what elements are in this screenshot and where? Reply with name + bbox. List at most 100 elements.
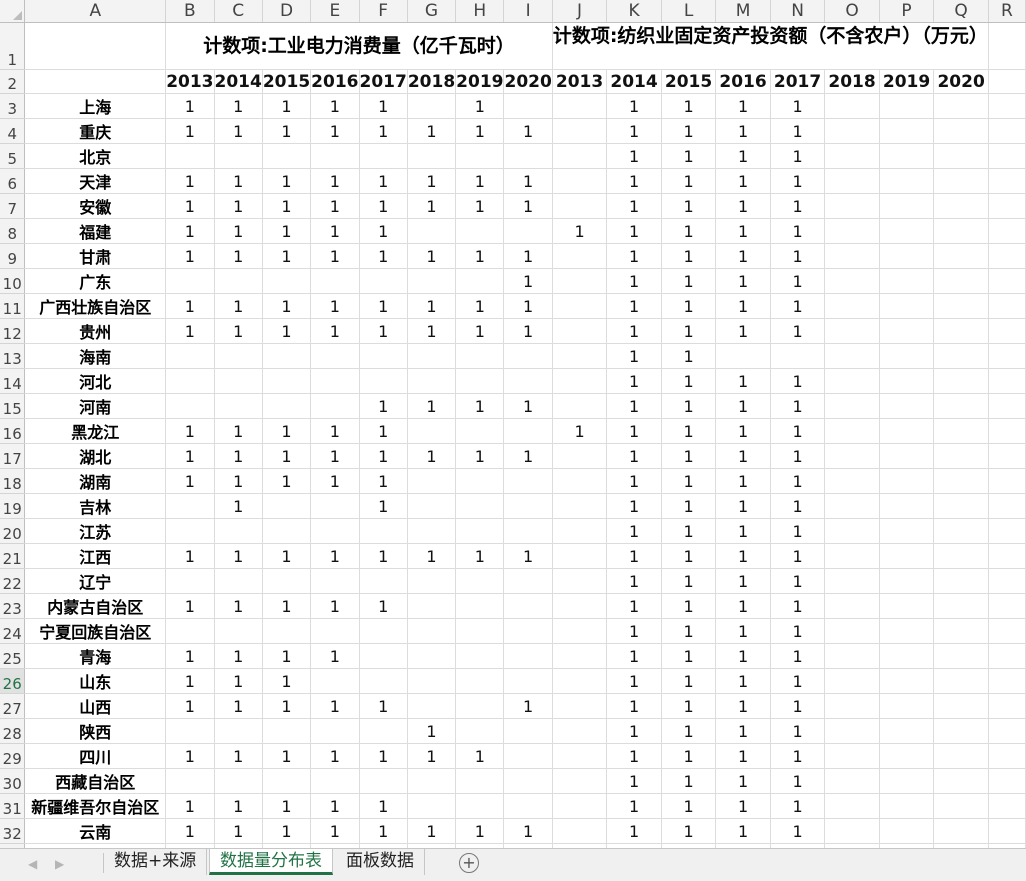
count-cell[interactable]: 1 xyxy=(606,393,662,419)
count-cell[interactable] xyxy=(407,343,457,369)
count-cell[interactable]: 1 xyxy=(407,543,457,569)
count-cell[interactable] xyxy=(933,343,989,369)
count-cell[interactable]: 1 xyxy=(770,493,826,519)
count-cell[interactable] xyxy=(824,568,880,594)
count-cell[interactable]: 1 xyxy=(359,693,408,719)
row-header[interactable]: 27 xyxy=(0,693,26,719)
count-cell[interactable]: 1 xyxy=(262,593,312,619)
count-cell[interactable] xyxy=(310,143,360,169)
count-cell[interactable] xyxy=(165,143,215,169)
count-cell[interactable] xyxy=(503,793,553,819)
count-cell[interactable]: 1 xyxy=(214,168,263,194)
row-label[interactable]: 安徽 xyxy=(24,193,167,219)
count-cell[interactable] xyxy=(552,818,608,844)
count-cell[interactable] xyxy=(933,693,989,719)
count-cell[interactable]: 1 xyxy=(455,743,505,769)
count-cell[interactable]: 1 xyxy=(455,193,505,219)
row-header[interactable]: 19 xyxy=(0,493,26,519)
count-cell[interactable] xyxy=(503,343,553,369)
count-cell[interactable]: 1 xyxy=(715,193,771,219)
count-cell[interactable]: 1 xyxy=(455,93,505,119)
count-cell[interactable] xyxy=(879,543,935,569)
count-cell[interactable]: 1 xyxy=(606,793,662,819)
count-cell[interactable]: 1 xyxy=(262,293,312,319)
cell[interactable] xyxy=(988,22,1026,70)
count-cell[interactable] xyxy=(879,243,935,269)
count-cell[interactable]: 1 xyxy=(770,418,826,444)
row-header[interactable]: 17 xyxy=(0,443,26,469)
row-label[interactable]: 福建 xyxy=(24,218,167,244)
count-cell[interactable] xyxy=(933,443,989,469)
count-cell[interactable] xyxy=(455,643,505,669)
count-cell[interactable]: 1 xyxy=(715,443,771,469)
count-cell[interactable] xyxy=(455,143,505,169)
count-cell[interactable] xyxy=(165,268,215,294)
count-cell[interactable] xyxy=(824,318,880,344)
count-cell[interactable]: 1 xyxy=(606,768,662,794)
count-cell[interactable] xyxy=(552,243,608,269)
count-cell[interactable]: 1 xyxy=(503,118,553,144)
count-cell[interactable]: 1 xyxy=(310,793,360,819)
count-cell[interactable]: 1 xyxy=(661,368,717,394)
count-cell[interactable] xyxy=(879,668,935,694)
count-cell[interactable] xyxy=(824,443,880,469)
count-cell[interactable]: 1 xyxy=(606,193,662,219)
count-cell[interactable]: 1 xyxy=(214,93,263,119)
count-cell[interactable]: 1 xyxy=(503,443,553,469)
row-header[interactable]: 26 xyxy=(0,668,26,694)
count-cell[interactable]: 1 xyxy=(165,668,215,694)
cell[interactable] xyxy=(988,193,1026,219)
count-cell[interactable] xyxy=(552,368,608,394)
count-cell[interactable] xyxy=(770,343,826,369)
row-label[interactable]: 宁夏回族自治区 xyxy=(24,618,167,644)
column-header-A[interactable]: A xyxy=(24,0,167,23)
row-header[interactable]: 10 xyxy=(0,268,26,294)
count-cell[interactable]: 1 xyxy=(359,593,408,619)
year-header[interactable]: 2013 xyxy=(165,69,215,94)
row-header[interactable]: 14 xyxy=(0,368,26,394)
count-cell[interactable]: 1 xyxy=(165,418,215,444)
count-cell[interactable]: 1 xyxy=(165,743,215,769)
count-cell[interactable]: 1 xyxy=(661,343,717,369)
count-cell[interactable]: 1 xyxy=(661,493,717,519)
row-header[interactable]: 25 xyxy=(0,643,26,669)
count-cell[interactable]: 1 xyxy=(214,118,263,144)
count-cell[interactable] xyxy=(503,593,553,619)
count-cell[interactable]: 1 xyxy=(455,318,505,344)
row-header[interactable]: 20 xyxy=(0,518,26,544)
row-header[interactable]: 6 xyxy=(0,168,26,194)
count-cell[interactable] xyxy=(552,318,608,344)
count-cell[interactable] xyxy=(407,268,457,294)
count-cell[interactable]: 1 xyxy=(262,543,312,569)
count-cell[interactable]: 1 xyxy=(715,743,771,769)
count-cell[interactable] xyxy=(824,543,880,569)
count-cell[interactable]: 1 xyxy=(214,643,263,669)
column-header-L[interactable]: L xyxy=(661,0,717,23)
count-cell[interactable]: 1 xyxy=(770,718,826,744)
count-cell[interactable] xyxy=(165,493,215,519)
count-cell[interactable] xyxy=(879,268,935,294)
count-cell[interactable]: 1 xyxy=(214,243,263,269)
spreadsheet-grid[interactable]: A B C D E F G H I J K L M N O P Q R 1 计数项… xyxy=(0,0,1026,848)
cell[interactable] xyxy=(988,118,1026,144)
count-cell[interactable] xyxy=(359,618,408,644)
count-cell[interactable] xyxy=(879,218,935,244)
count-cell[interactable]: 1 xyxy=(310,193,360,219)
cell[interactable] xyxy=(988,368,1026,394)
count-cell[interactable]: 1 xyxy=(310,318,360,344)
count-cell[interactable] xyxy=(407,618,457,644)
count-cell[interactable] xyxy=(879,118,935,144)
count-cell[interactable] xyxy=(310,518,360,544)
count-cell[interactable]: 1 xyxy=(715,793,771,819)
cell[interactable] xyxy=(988,93,1026,119)
count-cell[interactable] xyxy=(824,243,880,269)
count-cell[interactable] xyxy=(165,718,215,744)
count-cell[interactable]: 1 xyxy=(214,818,263,844)
count-cell[interactable] xyxy=(165,393,215,419)
count-cell[interactable] xyxy=(455,693,505,719)
count-cell[interactable]: 1 xyxy=(262,818,312,844)
count-cell[interactable]: 1 xyxy=(770,593,826,619)
count-cell[interactable] xyxy=(552,443,608,469)
row-header[interactable]: 7 xyxy=(0,193,26,219)
count-cell[interactable]: 1 xyxy=(165,593,215,619)
